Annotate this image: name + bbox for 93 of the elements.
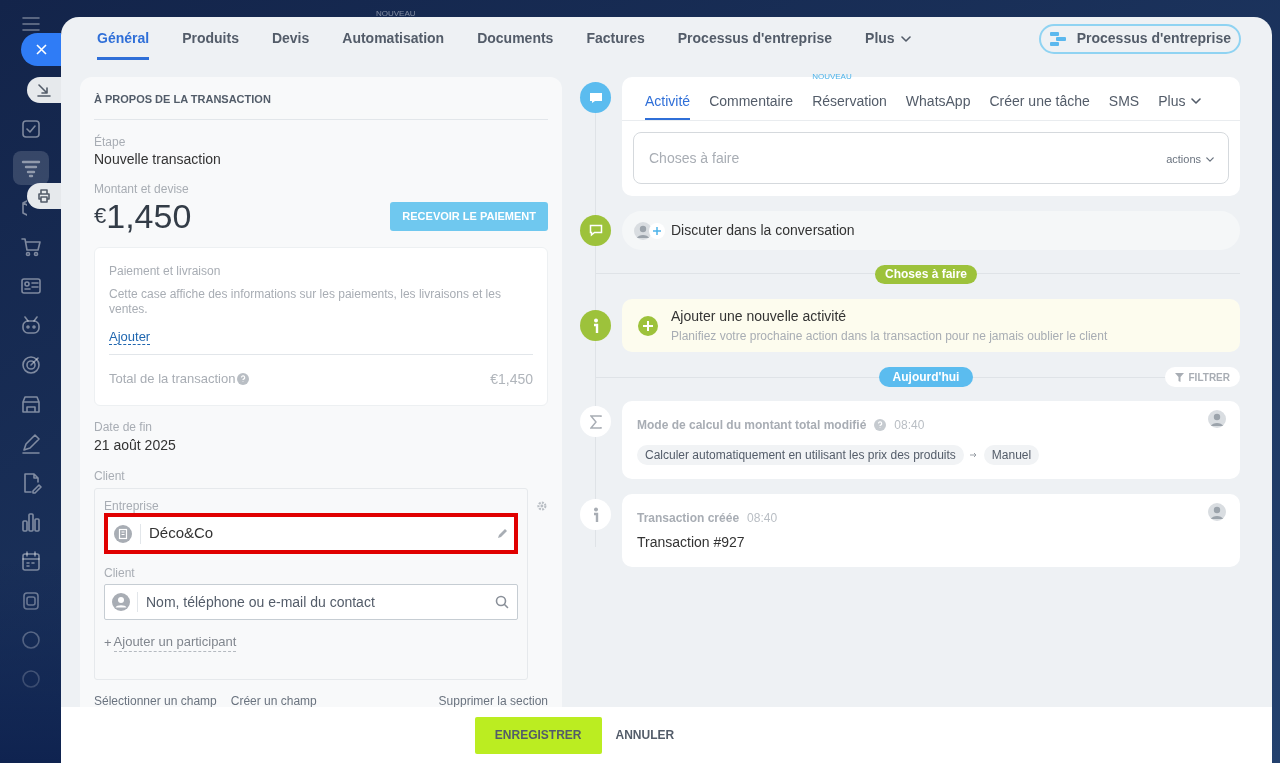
cancel-button[interactable]: ANNULER: [613, 716, 677, 754]
add-link[interactable]: Ajouter: [109, 329, 151, 345]
avatar-icon: [634, 221, 652, 240]
store-icon: [19, 393, 42, 416]
new-label: NOUVEAU: [812, 71, 852, 83]
card-subtitle: Planifiez votre prochaine action dans la transaction pour ne jamais oublier le client: [671, 328, 1108, 345]
event-title: Transaction créée: [637, 510, 740, 527]
pencil-icon[interactable]: [497, 528, 509, 539]
event-text: Transaction #927: [637, 533, 746, 552]
amount: 1,450: [106, 196, 192, 236]
arrow-down-right-icon: [37, 83, 51, 97]
bar-chart-icon: [19, 510, 42, 533]
info-node-icon: [580, 310, 611, 341]
print-button[interactable]: [27, 183, 61, 209]
contact-search-field[interactable]: Nom, téléphone ou e-mail du contact: [104, 584, 519, 620]
actions-dropdown[interactable]: actions: [1166, 151, 1214, 168]
section-link[interactable]: Créer un champ: [230, 694, 317, 708]
checkbox-icon: [19, 118, 42, 140]
tab[interactable]: Devis: [271, 17, 310, 60]
plus-icon: [638, 315, 658, 336]
avatar-icon: [1208, 410, 1226, 428]
tab[interactable]: Automatisation: [342, 17, 445, 60]
chevron-down-icon: [1191, 98, 1202, 104]
field-label: Date de fin: [94, 420, 154, 434]
value-chip: Calculer automatiquement en utilisant les prix des produits: [637, 445, 964, 465]
total-label: Total de la transaction: [109, 370, 236, 389]
menu-icon[interactable]: [21, 17, 40, 31]
tab[interactable]: Général: [97, 17, 150, 60]
field-value[interactable]: 21 août 2025: [94, 436, 548, 454]
field-label: Client: [104, 566, 136, 580]
minimize-button[interactable]: [27, 77, 61, 103]
arrow-right-icon: [969, 452, 978, 458]
tab[interactable]: Activité: [645, 84, 691, 120]
field-label: Client: [94, 469, 126, 483]
value-chip: Manuel: [983, 445, 1040, 465]
plus-sign: +: [104, 633, 112, 652]
help-icon[interactable]: [237, 373, 250, 385]
gear-icon[interactable]: [536, 500, 548, 512]
section-link[interactable]: Sélectionner un champ: [94, 694, 217, 708]
field-label: Entreprise: [104, 499, 160, 513]
section-link[interactable]: Supprimer la section: [438, 694, 548, 708]
close-button[interactable]: [21, 33, 61, 66]
add-activity-card[interactable]: Ajouter une nouvelle activité Planifiez votre prochaine action dans la transaction pour ne jamais oublier le client: [622, 299, 1240, 352]
tab[interactable]: Processus d'entreprise: [677, 17, 833, 60]
tab[interactable]: WhatsApp: [905, 84, 971, 120]
new-label: NOUVEAU: [376, 8, 416, 20]
more-tab[interactable]: Plus: [865, 17, 911, 60]
tab[interactable]: Commentaire: [709, 84, 794, 120]
cart-icon: [19, 235, 42, 258]
event-title: Mode de calcul du montant total modifié: [637, 417, 867, 434]
person-icon: [112, 593, 130, 611]
info-node-icon: [580, 499, 611, 530]
card-title: Paiement et livraison: [109, 264, 222, 278]
pen-icon: [19, 432, 42, 455]
tab[interactable]: Créer une tâche: [989, 84, 1090, 120]
company-field[interactable]: Déco&Co: [104, 513, 519, 554]
more-tab[interactable]: Plus: [1158, 84, 1202, 120]
flow-icon: [1048, 30, 1067, 47]
add-participant-link[interactable]: Ajouter un participant: [113, 633, 237, 652]
currency-symbol: €: [94, 202, 107, 228]
divider-pill: Aujourd'hui: [878, 366, 974, 387]
card-title: Ajouter une nouvelle activité: [671, 307, 848, 326]
tab[interactable]: SMS: [1108, 84, 1140, 120]
target-icon: [19, 353, 42, 376]
tab[interactable]: Produits: [182, 17, 239, 60]
divider-pill: Choses à faire: [874, 265, 977, 284]
chevron-down-icon: [1206, 156, 1214, 162]
chat-row[interactable]: Discuter dans la conversation: [622, 211, 1240, 250]
field-label: Montant et devise: [94, 182, 190, 196]
card-description: Cette case affiche des informations sur les paiements, les livraisons et les ventes.: [109, 287, 502, 317]
sidebar-item[interactable]: [12, 151, 49, 186]
chat-node-icon: [580, 215, 611, 246]
funnel-icon: [1174, 372, 1184, 382]
building-icon: [114, 524, 132, 543]
sum-node-icon: [580, 406, 611, 437]
plus-icon: [649, 222, 665, 239]
section-title: À PROPOS DE LA TRANSACTION: [94, 77, 548, 120]
total-value: €1,450: [490, 369, 533, 389]
avatar-icon: [1208, 503, 1226, 521]
process-button[interactable]: Processus d'entreprise: [1038, 23, 1241, 54]
field-label: Étape: [94, 135, 127, 149]
tab[interactable]: Documents: [477, 17, 554, 60]
printer-icon: [37, 189, 51, 203]
chat-node-icon: [580, 82, 611, 113]
field-value[interactable]: Nouvelle transaction: [94, 150, 548, 168]
event-time: 08:40: [747, 510, 778, 527]
robot-icon: [19, 314, 42, 337]
close-icon: [35, 44, 47, 55]
event-time: 08:40: [894, 417, 925, 434]
chevron-down-icon: [900, 35, 911, 42]
tab[interactable]: Factures: [586, 17, 645, 60]
search-icon[interactable]: [495, 595, 510, 609]
save-button[interactable]: ENREGISTRER: [474, 716, 602, 754]
